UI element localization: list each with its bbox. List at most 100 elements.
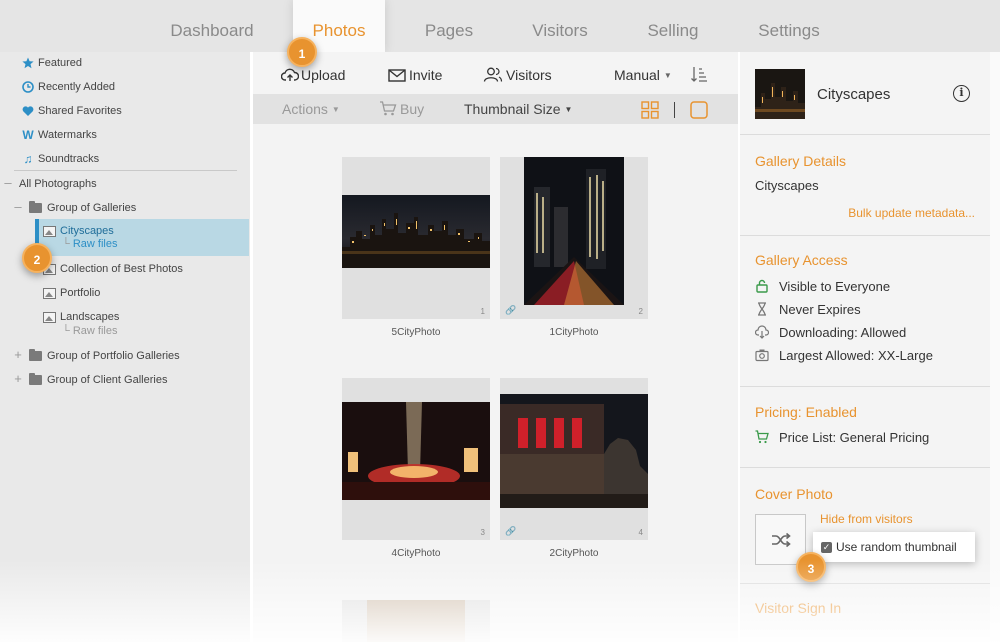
single-view-button[interactable]	[690, 101, 708, 122]
thumbnail-size-label: Thumbnail Size	[464, 101, 561, 117]
sidebar-item-label: Raw files	[72, 325, 118, 337]
top-navigation: Dashboard Photos Pages Visitors Selling …	[0, 0, 1000, 52]
callout-badge-3: 3	[796, 552, 826, 582]
tab-settings[interactable]: Settings	[742, 0, 836, 52]
photo-filename: 5CityPhoto	[391, 327, 441, 338]
cart-icon	[380, 101, 397, 116]
section-heading[interactable]: Visitor Sign In	[755, 600, 841, 616]
watermark-icon: W	[22, 128, 34, 143]
gallery-details-section: Gallery Details Cityscapes Bulk update m…	[740, 134, 990, 235]
clock-icon	[22, 81, 34, 93]
sidebar-item-recently-added[interactable]: Recently Added	[22, 77, 115, 97]
upload-label: Upload	[301, 67, 346, 83]
cloud-upload-icon	[280, 68, 300, 81]
bulk-update-link[interactable]: Bulk update metadata...	[848, 206, 975, 220]
grid-view-icon	[641, 101, 659, 119]
users-icon	[483, 67, 503, 82]
use-random-label: Use random thumbnail	[836, 540, 957, 554]
callout-badge-2: 2	[22, 243, 52, 273]
photo-card[interactable]: 1	[342, 157, 490, 319]
sidebar-item-label: Group of Client Galleries	[47, 374, 168, 386]
sidebar-item-label: Raw files	[72, 238, 118, 250]
expand-icon[interactable]: +	[13, 369, 23, 389]
sidebar-item-portfolio[interactable]: Portfolio	[43, 283, 100, 303]
sort-dropdown[interactable]: Manual ▼	[614, 67, 672, 83]
price-list-value: Price List: General Pricing	[779, 430, 930, 445]
cover-photo-section: Cover Photo Hide from visitors ✓ Use ran…	[740, 467, 990, 583]
sidebar-item-label: Group of Galleries	[47, 202, 137, 214]
tab-visitors[interactable]: Visitors	[515, 0, 605, 52]
collapse-icon[interactable]: –	[3, 173, 13, 193]
photo-position: 1	[480, 307, 485, 316]
section-heading[interactable]: Gallery Details	[755, 153, 846, 169]
invite-button[interactable]: Invite	[388, 67, 442, 83]
buy-button[interactable]: Buy	[379, 101, 424, 117]
photo-card[interactable]: 3	[342, 378, 490, 540]
sidebar-item-soundtracks[interactable]: ♫ Soundtracks	[22, 149, 100, 169]
actions-dropdown[interactable]: Actions ▼	[282, 101, 340, 117]
cloud-download-icon	[755, 325, 769, 339]
hide-from-visitors-link[interactable]: Hide from visitors	[820, 512, 913, 526]
sidebar-item-all-photographs[interactable]: – All Photographs	[3, 173, 96, 193]
thumbnail-size-dropdown[interactable]: Thumbnail Size ▼	[464, 101, 572, 117]
sidebar-item-label: Soundtracks	[38, 153, 100, 165]
sidebar-item-featured[interactable]: Featured	[22, 53, 82, 73]
window-edge	[990, 52, 1000, 642]
section-heading[interactable]: Pricing: Enabled	[755, 404, 857, 420]
star-icon	[22, 57, 34, 69]
checkbox-checked-icon[interactable]: ✓	[821, 542, 832, 553]
tree-connector: └	[62, 238, 73, 250]
section-heading[interactable]: Cover Photo	[755, 486, 833, 502]
music-note-icon: ♫	[23, 152, 33, 167]
sort-order-icon	[691, 67, 707, 82]
sidebar-subitem-raw-files[interactable]: └ Raw files	[62, 236, 117, 252]
section-heading[interactable]: Gallery Access	[755, 252, 848, 268]
visitors-button[interactable]: Visitors	[483, 67, 552, 83]
heart-icon	[22, 106, 34, 117]
sidebar-item-shared-favorites[interactable]: Shared Favorites	[22, 101, 122, 121]
invite-label: Invite	[409, 67, 443, 83]
sidebar-item-group-of-galleries[interactable]: – Group of Galleries	[13, 197, 136, 217]
collapse-icon[interactable]: –	[13, 197, 23, 217]
sidebar-item-group-client-galleries[interactable]: + Group of Client Galleries	[13, 369, 167, 389]
grid-view-button[interactable]	[641, 101, 659, 122]
photo-grid: 1 5CityPhoto 🔗 2 1CityPhoto 3 4CityPhoto…	[253, 124, 738, 642]
expand-icon[interactable]: +	[13, 345, 23, 365]
use-random-thumbnail-option[interactable]: ✓ Use random thumbnail	[813, 532, 975, 562]
sidebar-item-label: Portfolio	[60, 287, 101, 299]
photo-card[interactable]: 🔗 4	[500, 378, 648, 540]
sidebar-item-watermarks[interactable]: W Watermarks	[22, 125, 97, 145]
gallery-icon	[43, 225, 56, 237]
gallery-access-section: Gallery Access Visible to Everyone Never…	[740, 235, 990, 386]
access-expiration: Never Expires	[779, 302, 861, 317]
sidebar-item-group-portfolio-galleries[interactable]: + Group of Portfolio Galleries	[13, 345, 179, 365]
gallery-cover-thumbnail	[755, 69, 805, 119]
view-divider	[674, 102, 675, 118]
info-icon[interactable]: i	[953, 85, 970, 102]
sidebar-item-label: Collection of Best Photos	[60, 263, 183, 275]
photo-thumbnail	[524, 157, 624, 305]
pricing-section: Pricing: Enabled Price List: General Pri…	[740, 386, 990, 467]
sort-order-button[interactable]	[690, 65, 708, 86]
sidebar-item-collection-best-photos[interactable]: Collection of Best Photos	[43, 259, 183, 279]
photo-position: 4	[638, 528, 643, 537]
folder-icon	[29, 349, 42, 362]
photo-card[interactable]: 🔗 2	[500, 157, 648, 319]
buy-label: Buy	[400, 101, 425, 117]
tab-dashboard[interactable]: Dashboard	[162, 0, 262, 52]
photo-card-partial	[342, 600, 490, 642]
tab-pages[interactable]: Pages	[405, 0, 493, 52]
action-toolbar: Upload Invite Visitors Manual ▼	[253, 52, 738, 94]
tree-connector: └	[62, 325, 73, 337]
tab-selling[interactable]: Selling	[628, 0, 718, 52]
sidebar-subitem-raw-files[interactable]: └ Raw files	[62, 323, 117, 339]
callout-badge-1: 1	[287, 37, 317, 67]
sidebar-item-label: Featured	[38, 57, 83, 69]
gallery-title: Cityscapes	[817, 86, 891, 103]
upload-button[interactable]: Upload	[280, 67, 346, 83]
single-view-icon	[690, 101, 708, 119]
photo-filename: 1CityPhoto	[549, 327, 599, 338]
photo-filename: 4CityPhoto	[391, 548, 441, 559]
sort-label: Manual	[614, 67, 660, 83]
photo-thumbnail	[342, 195, 490, 268]
